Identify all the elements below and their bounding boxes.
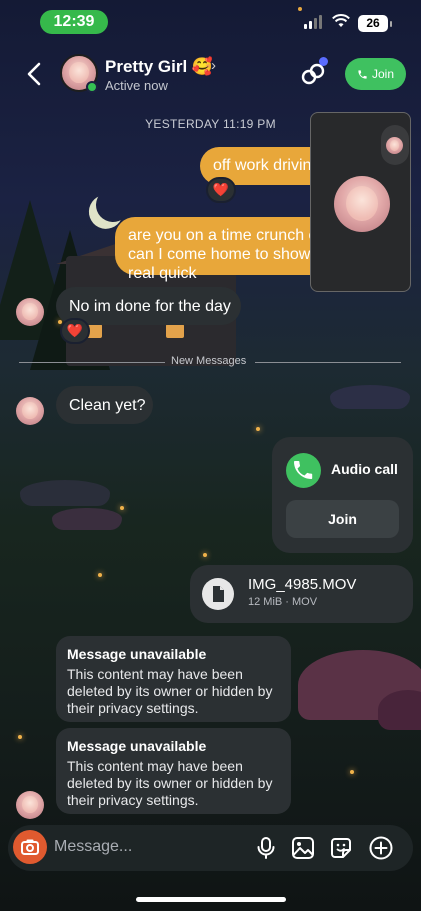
- notification-dot: [319, 57, 328, 66]
- unavailable-body: This content may have been deleted by it…: [67, 666, 273, 716]
- file-icon: [202, 578, 234, 610]
- phone-icon: [358, 69, 367, 79]
- join-audio-call-button[interactable]: Join: [286, 500, 399, 538]
- video-call-pip[interactable]: [310, 112, 411, 292]
- heart-reaction[interactable]: ❤️: [60, 318, 90, 344]
- contact-name[interactable]: Pretty Girl 🥰: [105, 57, 213, 77]
- heart-reaction[interactable]: ❤️: [206, 177, 236, 203]
- status-bar: 12:39 26: [0, 0, 421, 44]
- header-join-call-button[interactable]: Join: [345, 58, 406, 90]
- self-avatar: [386, 137, 403, 154]
- cellular-signal-icon: [304, 15, 322, 29]
- chevron-right-icon[interactable]: ›: [211, 57, 216, 74]
- battery-indicator: 26: [358, 15, 388, 32]
- mushroom-decoration: [378, 690, 421, 730]
- unavailable-title: Message unavailable: [67, 646, 207, 662]
- mushroom-decoration: [20, 480, 110, 506]
- chat-header: Pretty Girl 🥰 › Active now Join: [0, 46, 421, 102]
- contact-avatar-small[interactable]: [16, 298, 44, 326]
- file-attachment[interactable]: IMG_4985.MOV 12 MiB · MOV: [190, 565, 413, 623]
- sticker-icon[interactable]: [328, 835, 354, 861]
- phone-icon: [286, 453, 321, 488]
- pip-self-view[interactable]: [381, 125, 409, 165]
- incoming-message[interactable]: Clean yet?: [56, 386, 153, 424]
- new-messages-label: New Messages: [171, 355, 247, 367]
- unavailable-title: Message unavailable: [67, 738, 207, 754]
- message-input[interactable]: [54, 832, 244, 862]
- mushroom-decoration: [52, 508, 122, 530]
- battery-tip: [390, 21, 392, 27]
- back-icon[interactable]: [22, 60, 48, 88]
- wifi-icon: [332, 14, 350, 27]
- mushroom-decoration: [330, 385, 410, 409]
- plus-icon[interactable]: [368, 835, 394, 861]
- pip-contact-avatar: [334, 176, 390, 232]
- home-indicator[interactable]: [136, 897, 286, 902]
- contact-avatar-small[interactable]: [16, 397, 44, 425]
- new-messages-divider: New Messages: [19, 355, 401, 371]
- status-time: 12:39: [40, 10, 108, 34]
- presence-status: Active now: [105, 78, 168, 93]
- status-indicator-dot: [298, 7, 302, 11]
- contact-avatar-small[interactable]: [16, 791, 44, 819]
- audio-call-label: Audio call: [331, 461, 398, 477]
- mic-icon[interactable]: [253, 835, 279, 861]
- unavailable-body: This content may have been deleted by it…: [67, 758, 273, 808]
- header-join-label: Join: [371, 67, 394, 81]
- image-icon[interactable]: [290, 835, 316, 861]
- camera-icon: [21, 839, 39, 855]
- camera-button[interactable]: [13, 830, 47, 864]
- message-composer: [8, 825, 413, 871]
- audio-call-card: Audio call Join: [272, 437, 413, 553]
- unavailable-message[interactable]: Message unavailable This content may hav…: [56, 728, 291, 814]
- online-status-dot: [86, 81, 98, 93]
- file-meta: 12 MiB · MOV: [248, 596, 318, 608]
- file-name: IMG_4985.MOV: [248, 576, 357, 593]
- unavailable-message[interactable]: Message unavailable This content may hav…: [56, 636, 291, 722]
